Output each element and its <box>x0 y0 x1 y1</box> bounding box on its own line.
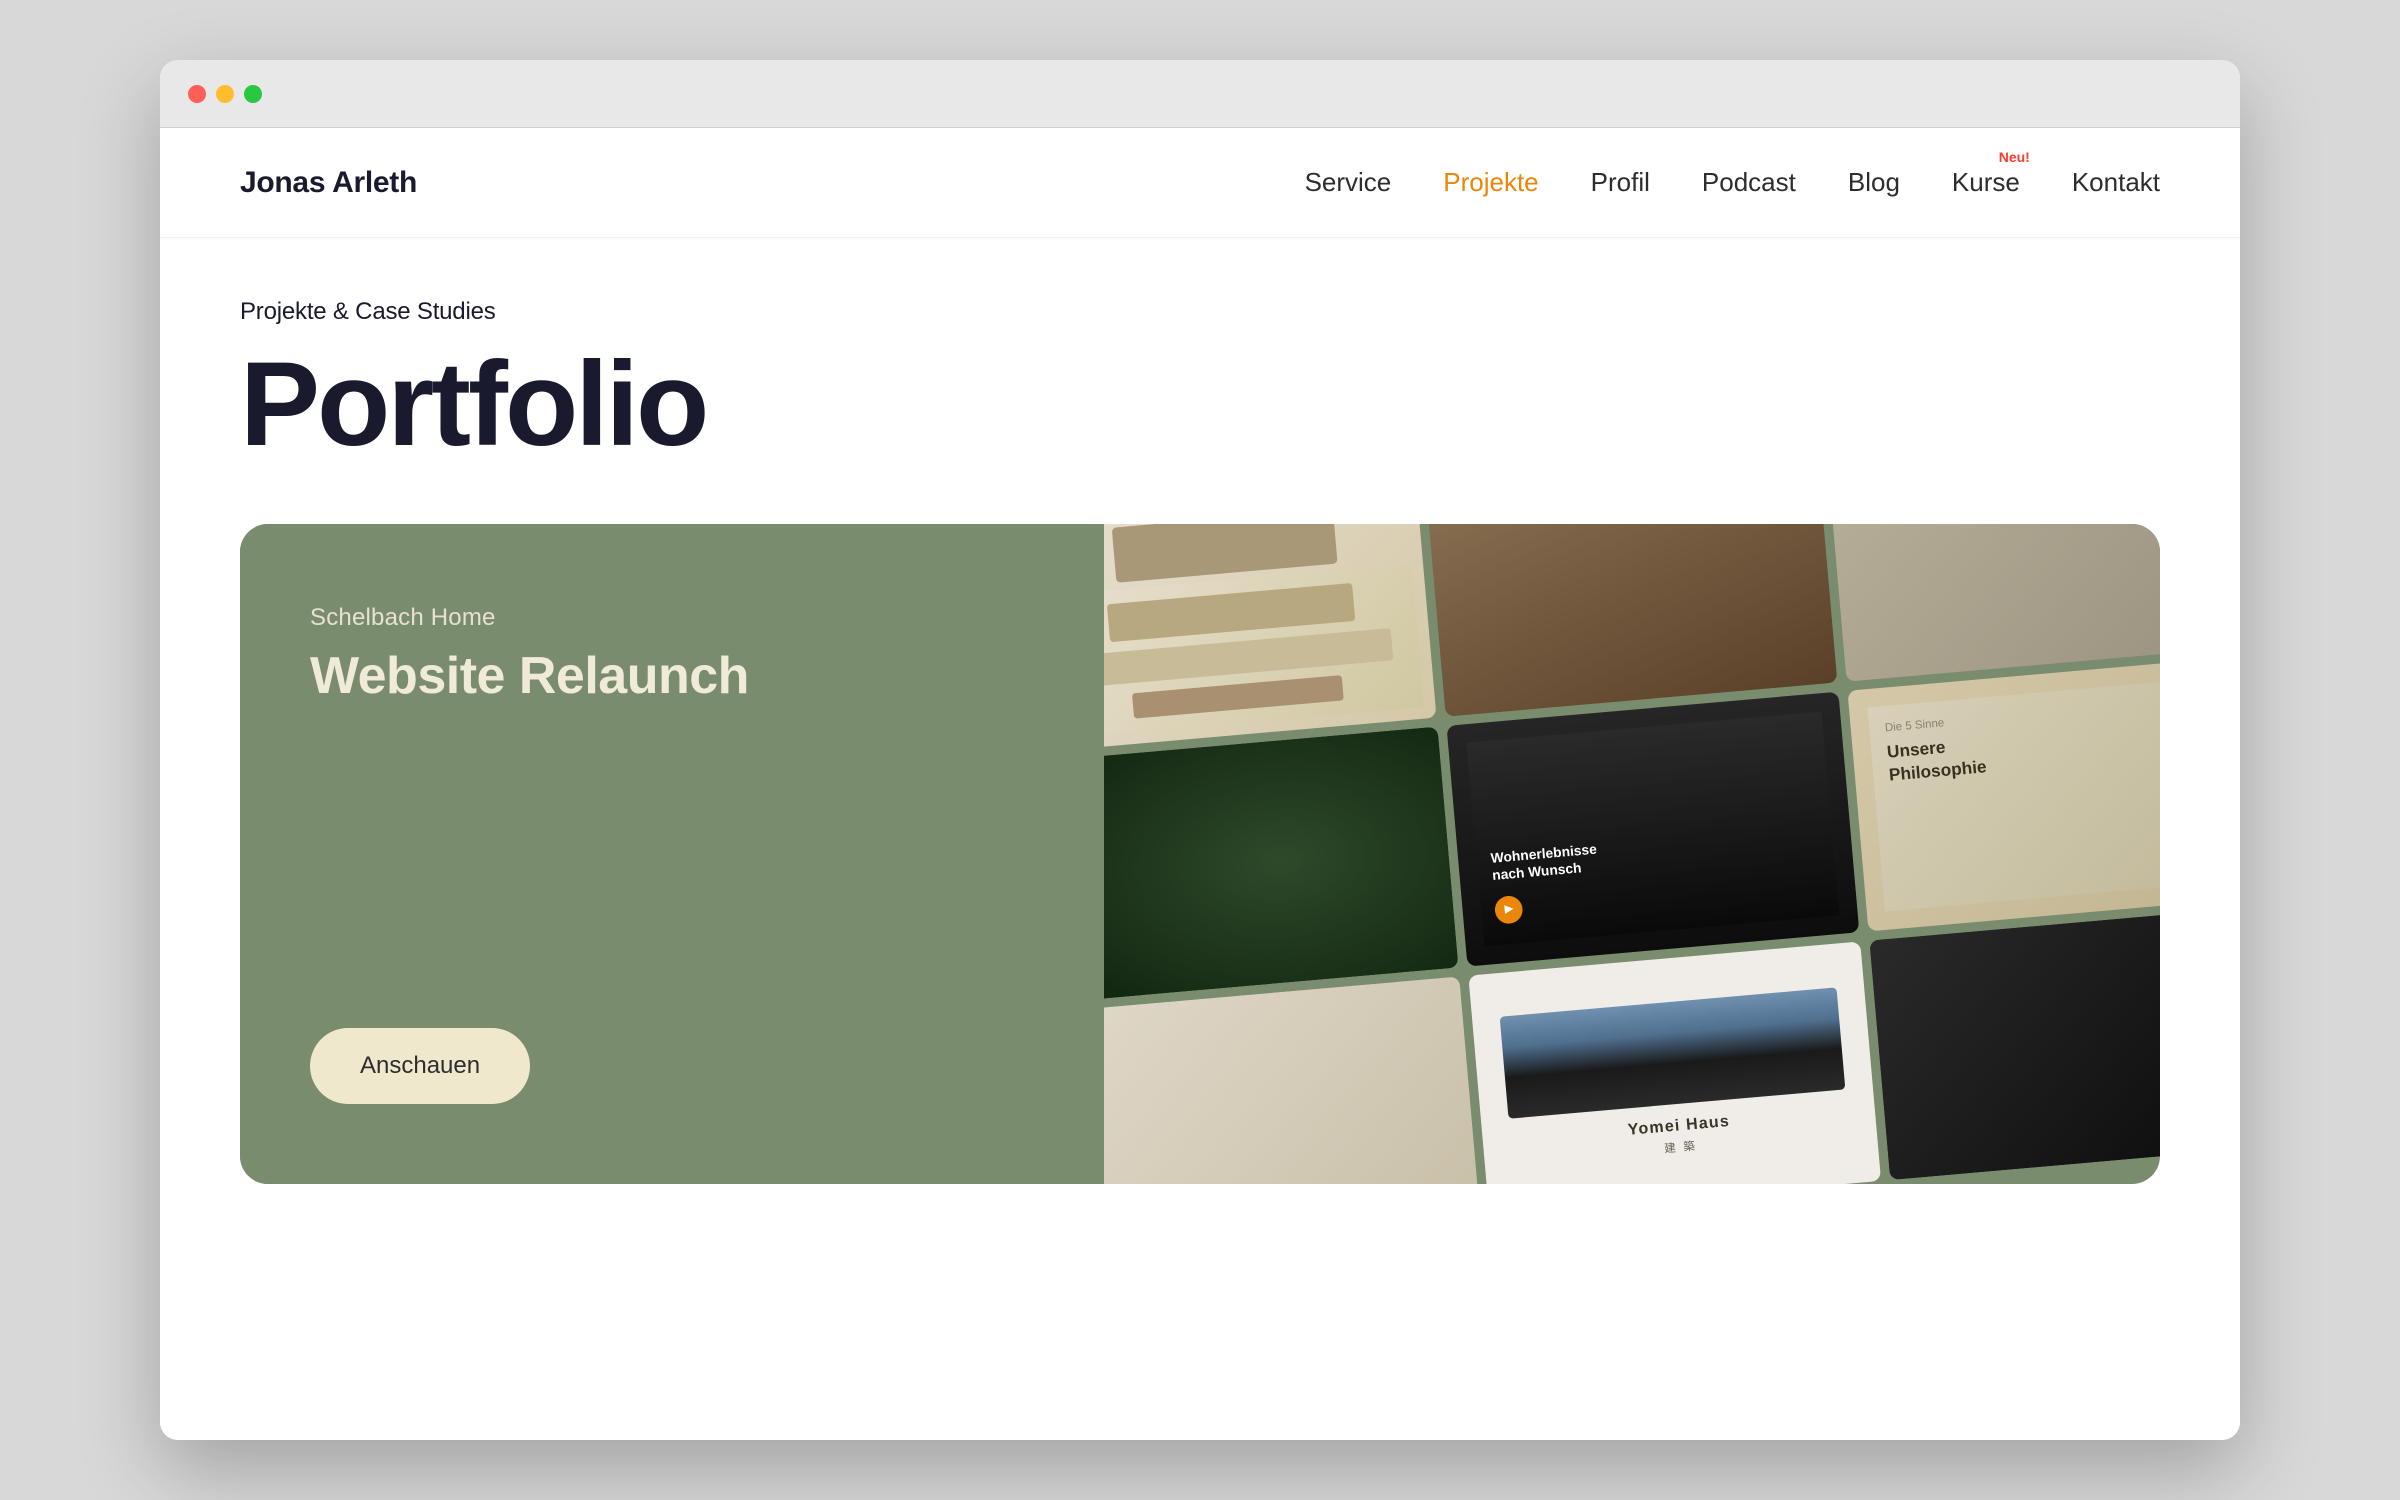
browser-content: Jonas Arleth Service Projekte Profil Pod… <box>160 128 2240 1440</box>
site-logo[interactable]: Jonas Arleth <box>240 166 417 200</box>
browser-window: Jonas Arleth Service Projekte Profil Pod… <box>160 60 2240 1440</box>
anschauen-button[interactable]: Anschauen <box>310 1028 530 1104</box>
portfolio-card: Schelbach Home Website Relaunch Anschaue… <box>240 524 2160 1184</box>
nav-item-profil[interactable]: Profil <box>1591 167 1650 198</box>
mosaic-item-7: Fertigung <box>1104 976 1480 1184</box>
nav-item-podcast[interactable]: Podcast <box>1702 167 1796 198</box>
minimize-button[interactable] <box>216 85 234 103</box>
mosaic-item-4 <box>1104 727 1459 1001</box>
neu-badge: Neu! <box>1999 149 2030 165</box>
nav-item-projekte[interactable]: Projekte <box>1443 167 1538 198</box>
navigation: Jonas Arleth Service Projekte Profil Pod… <box>160 128 2240 238</box>
nav-item-kontakt[interactable]: Kontakt <box>2072 167 2160 198</box>
mosaic-item-5: Wohnerlebnisse nach Wunsch ▶ <box>1447 692 1859 966</box>
mosaic-item-6: Die 5 Sinne UnserePhilosophie <box>1847 657 2160 931</box>
yomei-sub-label: 建 築 <box>1663 1135 1697 1155</box>
page-title: Portfolio <box>240 344 2160 464</box>
page-subtitle: Projekte & Case Studies <box>240 298 2160 326</box>
card-project-name: Schelbach Home <box>310 604 1034 632</box>
yomei-haus-label: Yomei Haus <box>1627 1111 1731 1138</box>
card-text-area: Schelbach Home Website Relaunch <box>310 604 1034 705</box>
maximize-button[interactable] <box>244 85 262 103</box>
card-project-title: Website Relaunch <box>310 648 1034 705</box>
nav-links: Service Projekte Profil Podcast Blog Kur… <box>1305 167 2160 198</box>
nav-item-kurse[interactable]: Kurse Neu! <box>1952 167 2020 198</box>
close-button[interactable] <box>188 85 206 103</box>
main-content: Projekte & Case Studies Portfolio Schelb… <box>160 238 2240 1440</box>
browser-chrome <box>160 60 2240 128</box>
card-right: Wohnerlebnisse nach Wunsch ▶ Die 5 Sinne <box>1104 524 2160 1184</box>
mosaic-item-3 <box>1825 524 2160 682</box>
nav-item-blog[interactable]: Blog <box>1848 167 1900 198</box>
mosaic-item-2 <box>1425 524 1837 717</box>
card-left: Schelbach Home Website Relaunch Anschaue… <box>240 524 1104 1184</box>
mosaic-grid: Wohnerlebnisse nach Wunsch ▶ Die 5 Sinne <box>1104 524 2160 1184</box>
nav-item-service[interactable]: Service <box>1305 167 1392 198</box>
mosaic-item-1 <box>1104 524 1437 752</box>
mosaic-item-9 <box>1869 906 2160 1180</box>
traffic-lights <box>188 85 262 103</box>
kurse-label: Kurse <box>1952 167 2020 197</box>
mosaic-item-8: Yomei Haus 建 築 <box>1469 941 1881 1184</box>
